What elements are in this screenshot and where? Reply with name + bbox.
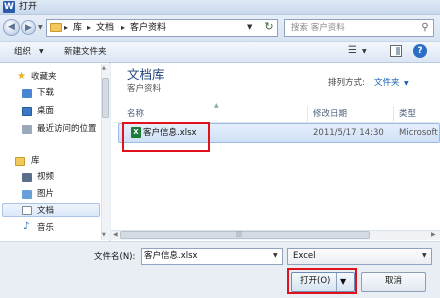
- arrange-by-dropdown[interactable]: 文件夹: [374, 78, 400, 89]
- sidebar-item-music[interactable]: 音乐: [37, 222, 54, 234]
- breadcrumb-separator-icon[interactable]: ▸: [87, 22, 91, 34]
- scroll-left-icon[interactable]: ◀: [113, 231, 118, 238]
- filename-value: 客户信息.xlsx: [144, 251, 198, 261]
- sidebar-item-documents[interactable]: 文档: [37, 205, 54, 217]
- open-highlight-annotation: [287, 268, 357, 294]
- videos-icon: [22, 173, 32, 182]
- file-modified-date: 2011/5/17 14:30: [313, 128, 384, 138]
- column-header-name[interactable]: 名称: [127, 109, 144, 120]
- back-button[interactable]: ◀: [3, 19, 20, 36]
- search-placeholder: 搜索 客户资料: [291, 23, 345, 33]
- forward-button[interactable]: ▶: [21, 20, 36, 35]
- window-title: 打开: [19, 2, 38, 12]
- scrollbar-grip-icon: |||: [236, 231, 243, 238]
- refresh-icon[interactable]: ↻: [262, 20, 276, 34]
- view-options-icon[interactable]: ☰: [348, 45, 360, 57]
- breadcrumb-separator-icon[interactable]: ▸: [64, 22, 68, 34]
- desktop-icon: [22, 107, 32, 116]
- arrange-by-label: 排列方式:: [328, 78, 365, 88]
- nav-scrollbar-thumb[interactable]: [102, 78, 109, 118]
- scroll-right-icon[interactable]: ▶: [431, 231, 436, 238]
- cancel-button-label: 取消: [384, 276, 402, 286]
- sidebar-item-downloads[interactable]: 下载: [37, 87, 54, 99]
- library-subtitle: 客户资料: [127, 84, 162, 94]
- library-title: 文档库: [127, 67, 165, 82]
- column-divider[interactable]: [307, 106, 308, 122]
- filename-label: 文件名(N):: [94, 252, 136, 262]
- column-header-date[interactable]: 修改日期: [313, 109, 347, 120]
- column-header-row: [114, 106, 440, 123]
- scroll-down-icon[interactable]: ▼: [102, 232, 106, 238]
- column-header-type[interactable]: 类型: [399, 109, 416, 120]
- pictures-icon: [22, 190, 32, 199]
- sidebar-item-pictures[interactable]: 图片: [37, 188, 54, 200]
- file-type-value: Excel: [293, 251, 316, 261]
- sidebar-item-desktop[interactable]: 桌面: [37, 105, 54, 117]
- recent-places-icon: [22, 125, 32, 134]
- arrange-dropdown-icon[interactable]: ▼: [404, 80, 409, 87]
- file-type: Microsoft: [399, 128, 438, 138]
- scroll-up-icon[interactable]: ▲: [102, 65, 106, 71]
- new-folder-button[interactable]: 新建文件夹: [64, 46, 107, 58]
- breadcrumb-libraries[interactable]: 库: [73, 22, 82, 34]
- address-dropdown-icon[interactable]: ▼: [247, 23, 252, 31]
- library-icon: [15, 157, 25, 166]
- file-type-dropdown-icon[interactable]: ▼: [422, 252, 427, 259]
- recent-pages-dropdown-icon[interactable]: ▼: [38, 24, 43, 31]
- filename-dropdown-icon[interactable]: ▼: [273, 252, 278, 259]
- file-highlight-annotation: [122, 122, 210, 152]
- forward-arrow-icon: ▶: [25, 23, 32, 33]
- preview-pane-icon[interactable]: [390, 45, 402, 57]
- downloads-icon: [22, 89, 32, 98]
- view-dropdown-icon[interactable]: ▼: [362, 48, 367, 55]
- star-icon: ★: [17, 71, 26, 82]
- title-bar: [0, 0, 440, 15]
- sidebar-item-libraries[interactable]: 库: [31, 155, 40, 167]
- sidebar-item-favorites[interactable]: 收藏夹: [31, 71, 57, 83]
- sort-arrow-icon: ▲: [214, 102, 219, 109]
- word-app-icon: W: [3, 1, 15, 13]
- help-icon[interactable]: ?: [413, 44, 427, 58]
- breadcrumb-documents[interactable]: 文档: [96, 22, 114, 34]
- column-divider[interactable]: [393, 106, 394, 122]
- music-icon: ♪: [23, 221, 30, 232]
- folder-icon: [50, 23, 62, 32]
- sidebar-item-videos[interactable]: 视频: [37, 171, 54, 183]
- breadcrumb-separator-icon[interactable]: ▸: [121, 22, 125, 34]
- sidebar-item-recent[interactable]: 最近访问的位置: [37, 123, 97, 135]
- horizontal-scrollbar-thumb[interactable]: [120, 231, 370, 239]
- back-arrow-icon: ◀: [8, 22, 15, 32]
- organize-button[interactable]: 组织: [14, 46, 31, 58]
- documents-icon: [22, 206, 32, 215]
- search-icon[interactable]: ⚲: [419, 22, 431, 34]
- breadcrumb-customer-data[interactable]: 客户资料: [130, 22, 166, 34]
- organize-dropdown-icon[interactable]: ▼: [39, 48, 44, 55]
